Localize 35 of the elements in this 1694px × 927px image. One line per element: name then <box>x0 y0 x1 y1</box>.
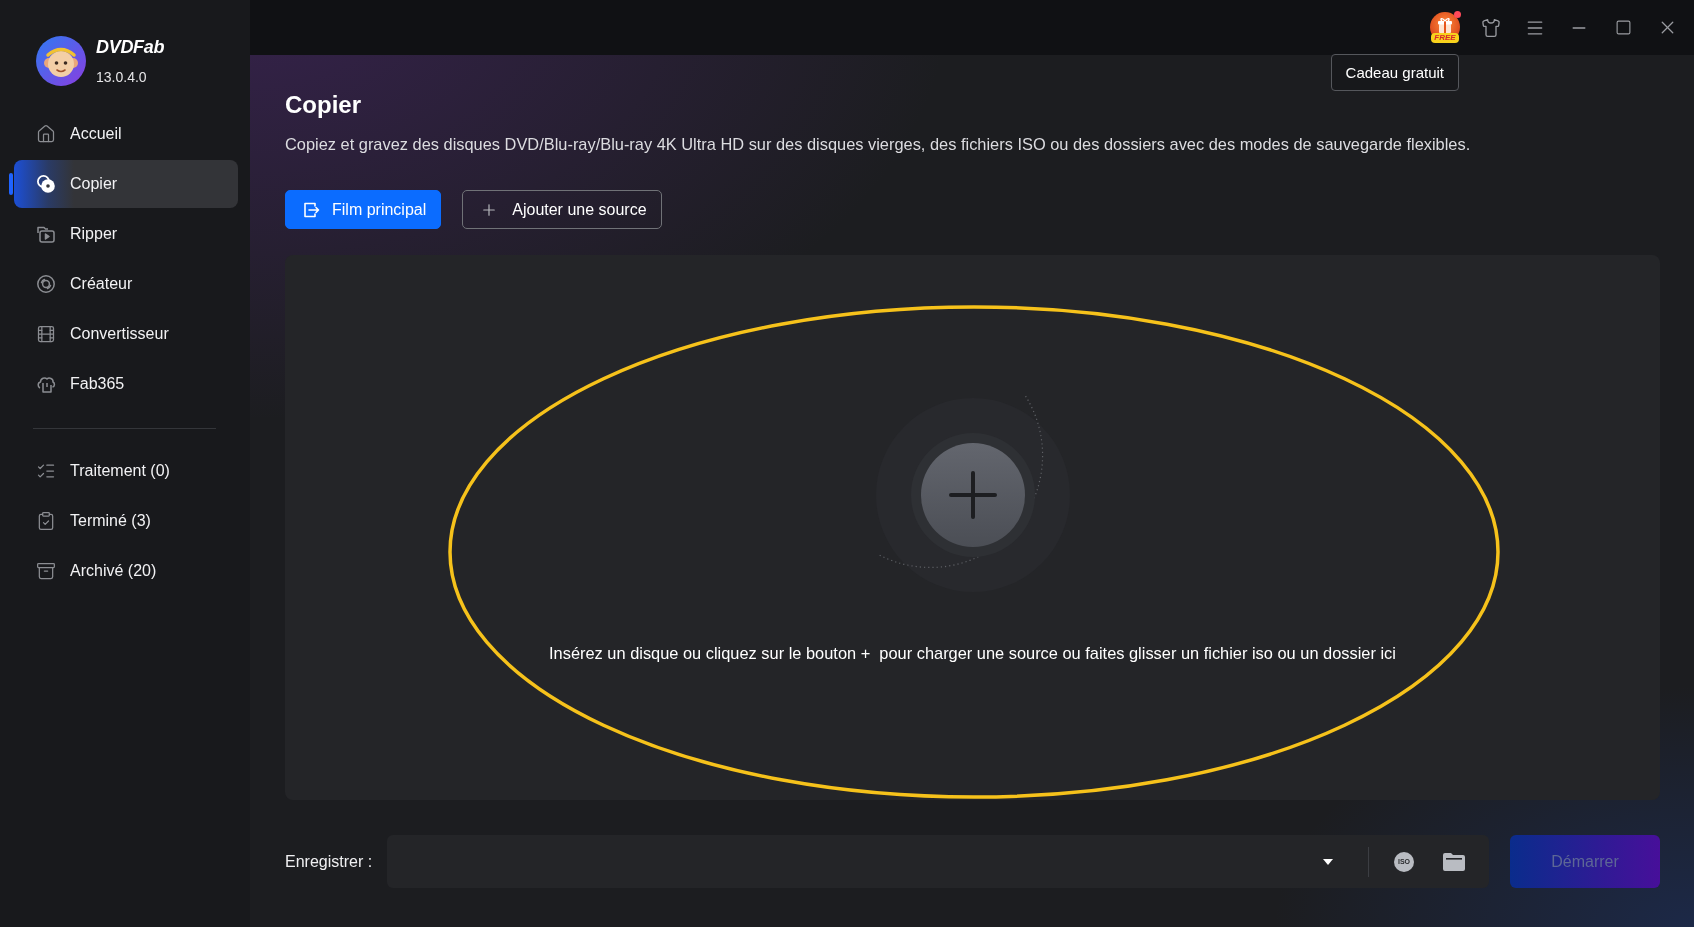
nav-item[interactable]: Traitement (0) <box>14 447 238 495</box>
box-arrow-icon <box>302 200 320 219</box>
discs-icon <box>36 174 56 194</box>
nav-item[interactable]: Créateur <box>14 260 238 308</box>
main-movie-button[interactable]: Film principal <box>285 190 442 229</box>
caret-icon[interactable] <box>1323 858 1333 865</box>
nav-item[interactable]: Convertisseur <box>14 310 238 358</box>
save-label: Enregistrer : <box>285 852 374 871</box>
house-icon <box>36 124 56 144</box>
nav-item[interactable]: Ripper <box>14 210 238 258</box>
app-version: 13.0.4.0 <box>96 68 148 86</box>
drop-hint: Insérez un disque ou cliquez sur le bouton + pour charger une source ou faites glisser un fichier iso ou un dossier ici <box>549 643 1396 663</box>
disc-icon <box>36 274 56 294</box>
clipboard-check-icon <box>36 511 56 531</box>
plus-icon <box>948 471 997 519</box>
nav-item[interactable]: Fab365 <box>14 360 238 408</box>
maximize-icon[interactable] <box>1614 19 1632 36</box>
nav-item[interactable]: Copier <box>14 160 238 208</box>
folder-play-icon <box>36 224 56 244</box>
add-source-button[interactable]: Ajouter une source <box>462 190 662 229</box>
drop-zone[interactable]: Insérez un disque ou cliquez sur le bouton + pour charger une source ou faites glisser un fichier iso ou un dossier ici <box>285 255 1660 800</box>
nav-item[interactable]: Terminé (3) <box>14 497 238 545</box>
app-name: DVDFab <box>96 36 165 58</box>
page-description: Copiez et gravez des disques DVD/Blu-ray/Blu-ray 4K Ultra HD sur des disques vierges, des fichiers ISO ou des dossiers avec des modes de sauvegarde flexibles. <box>285 134 1471 154</box>
mascot-logo-icon <box>36 36 86 86</box>
shirt-icon[interactable] <box>1481 17 1501 38</box>
folder-icon[interactable] <box>1443 852 1465 871</box>
tooltip: Cadeau gratuit <box>1330 54 1459 91</box>
nav-item[interactable]: Archivé (20) <box>14 547 238 595</box>
page-title: Copier <box>285 90 361 120</box>
cloud-icon <box>36 374 56 394</box>
nav-item[interactable]: Accueil <box>14 110 238 158</box>
save-path-field[interactable] <box>387 835 1349 888</box>
archive-box-icon <box>36 561 56 581</box>
film-icon <box>36 324 56 344</box>
